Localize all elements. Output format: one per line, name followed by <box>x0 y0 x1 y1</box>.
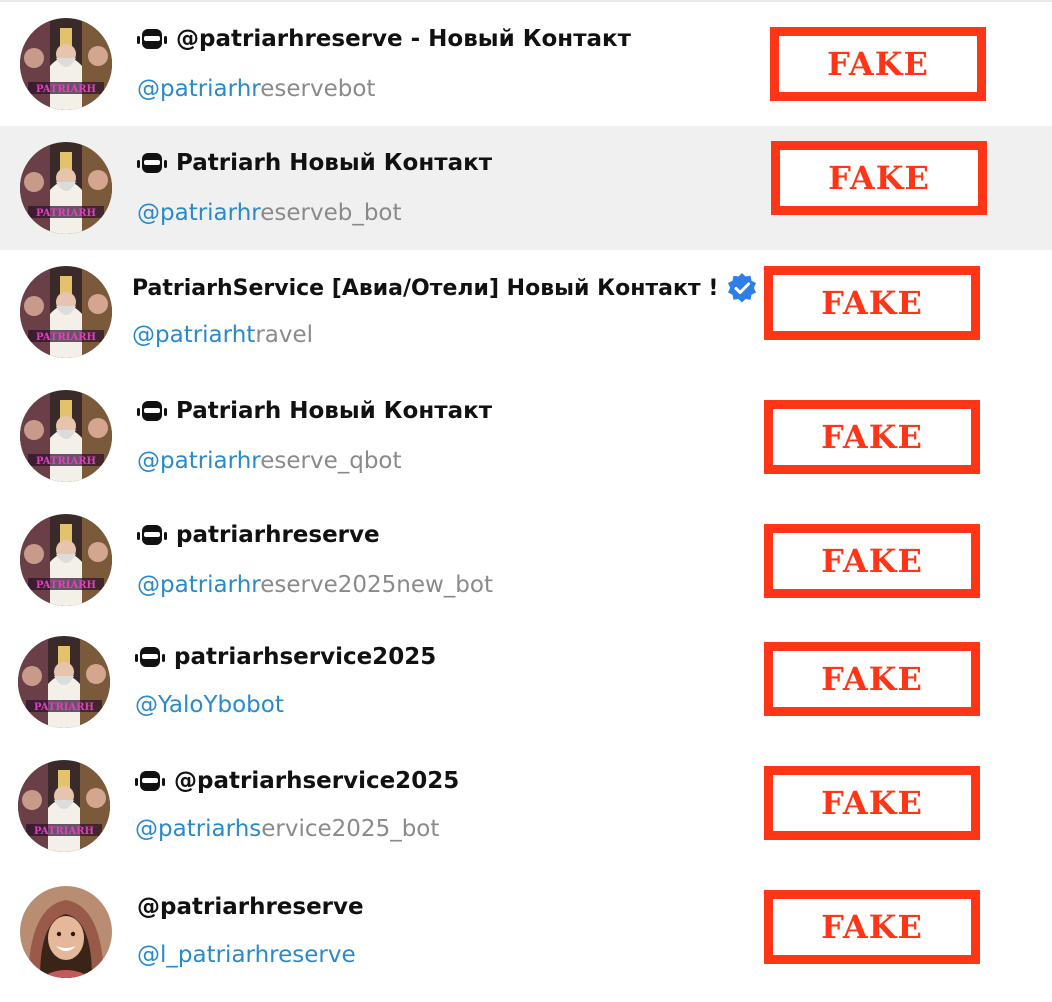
fake-stamp: FAKE <box>764 524 980 598</box>
fake-stamp: FAKE <box>764 766 980 840</box>
contact-name-text: Patriarh Новый Контакт <box>176 398 493 424</box>
contact-name: @patriarhreserve <box>137 894 364 920</box>
username-rest: eserve2025new_bot <box>260 572 493 598</box>
fake-stamp: FAKE <box>764 400 980 474</box>
patriarch-portrait-icon: PATRIARH <box>20 514 112 606</box>
search-result-row[interactable]: PATRIARH @patriarhservice2025 @patriarhs… <box>0 744 1052 868</box>
username-rest: eservebot <box>260 76 376 102</box>
contact-name: PatriarhService [Авиа/Отели] Новый Конта… <box>132 272 758 304</box>
svg-text:PATRIARH: PATRIARH <box>36 208 96 219</box>
bot-icon <box>135 771 165 791</box>
username[interactable]: @patriarhtravel <box>132 322 313 348</box>
woman-portrait-icon <box>20 886 112 978</box>
verified-badge-icon <box>728 273 757 303</box>
username-rest: eserve_qbot <box>260 448 402 474</box>
fake-stamp-label: FAKE <box>821 784 923 822</box>
search-result-row[interactable]: PATRIARH Patriarh Новый Контакт @patriar… <box>0 126 1052 250</box>
avatar: PATRIARH <box>20 142 112 234</box>
fake-stamp-label: FAKE <box>821 660 923 698</box>
fake-stamp: FAKE <box>770 27 986 101</box>
contact-name: patriarhreserve <box>137 522 380 548</box>
patriarch-portrait-icon: PATRIARH <box>20 142 112 234</box>
avatar: PATRIARH <box>20 390 112 482</box>
svg-text:PATRIARH: PATRIARH <box>36 456 96 467</box>
patriarch-portrait-icon: PATRIARH <box>18 636 110 728</box>
patriarch-portrait-icon: PATRIARH <box>20 390 112 482</box>
username[interactable]: @patriarhreservebot <box>137 76 375 102</box>
contact-name-text: patriarhreserve <box>176 522 380 548</box>
search-result-row[interactable]: PATRIARH patriarhreserve @patriarhreserv… <box>0 498 1052 622</box>
bot-icon <box>137 29 167 49</box>
contact-name-text: @patriarhreserve - Новый Контакт <box>176 26 631 52</box>
fake-stamp-label: FAKE <box>828 159 930 197</box>
fake-stamp-label: FAKE <box>821 908 923 946</box>
username[interactable]: @patriarhreserve2025new_bot <box>137 572 493 598</box>
username-match: @patriarhr <box>137 572 261 598</box>
svg-text:PATRIARH: PATRIARH <box>34 702 94 713</box>
contact-name: @patriarhservice2025 <box>135 768 459 794</box>
contact-name: patriarhservice2025 <box>135 644 436 670</box>
contact-name: Patriarh Новый Контакт <box>137 150 492 176</box>
fake-stamp: FAKE <box>764 890 980 964</box>
avatar: PATRIARH <box>20 18 112 110</box>
search-result-row[interactable]: PATRIARH PatriarhService [Авиа/Отели] Но… <box>0 250 1052 374</box>
username-match: @patriarhr <box>137 76 261 102</box>
search-result-row[interactable]: @patriarhreserve @l_patriarhreserve FAKE <box>0 868 1052 992</box>
fake-stamp-label: FAKE <box>821 418 923 456</box>
username-match: @patriarht <box>132 322 256 348</box>
bot-icon <box>137 153 167 173</box>
username[interactable]: @l_patriarhreserve <box>137 942 356 968</box>
fake-stamp: FAKE <box>771 141 987 215</box>
svg-text:PATRIARH: PATRIARH <box>36 84 96 95</box>
username-match: @l_patriarhreserve <box>137 942 356 968</box>
fake-stamp-label: FAKE <box>821 542 923 580</box>
username-match: @patriarhr <box>137 448 261 474</box>
search-result-row[interactable]: PATRIARH patriarhservice2025 @YaloYbobot… <box>0 620 1052 744</box>
username-rest: ravel <box>255 322 314 348</box>
patriarch-portrait-icon: PATRIARH <box>20 266 112 358</box>
fake-stamp: FAKE <box>764 642 980 716</box>
bot-icon <box>135 647 165 667</box>
svg-text:PATRIARH: PATRIARH <box>34 826 94 837</box>
contact-name: Patriarh Новый Контакт <box>137 398 492 424</box>
contact-name-text: @patriarhservice2025 <box>174 768 460 794</box>
username-rest: eserveb_bot <box>260 200 402 226</box>
contact-name-text: patriarhservice2025 <box>174 644 437 670</box>
bot-icon <box>137 525 167 545</box>
username-match: @patriarhr <box>137 200 261 226</box>
svg-text:PATRIARH: PATRIARH <box>36 332 96 343</box>
patriarch-portrait-icon: PATRIARH <box>18 760 110 852</box>
contact-name-text: @patriarhreserve <box>137 894 364 920</box>
search-result-row[interactable]: PATRIARH Patriarh Новый Контакт @patriar… <box>0 374 1052 498</box>
fake-stamp-label: FAKE <box>827 45 929 83</box>
fake-stamp: FAKE <box>764 266 980 340</box>
username[interactable]: @patriarhservice2025_bot <box>135 816 439 842</box>
avatar: PATRIARH <box>18 760 110 852</box>
username[interactable]: @patriarhreserveb_bot <box>137 200 402 226</box>
contact-name: @patriarhreserve - Новый Контакт <box>137 26 631 52</box>
username-rest: ervice2025_bot <box>261 816 440 842</box>
username-match: @patriarhs <box>135 816 262 842</box>
svg-text:PATRIARH: PATRIARH <box>36 580 96 591</box>
fake-stamp-label: FAKE <box>821 284 923 322</box>
bot-icon <box>137 401 167 421</box>
patriarch-portrait-icon: PATRIARH <box>20 18 112 110</box>
contact-name-text: Patriarh Новый Контакт <box>176 150 493 176</box>
avatar <box>20 886 112 978</box>
avatar: PATRIARH <box>18 636 110 728</box>
username-match: @YaloYbobot <box>135 692 284 718</box>
avatar: PATRIARH <box>20 266 112 358</box>
username[interactable]: @YaloYbobot <box>135 692 284 718</box>
search-result-row[interactable]: PATRIARH @patriarhreserve - Новый Контак… <box>0 2 1052 126</box>
contact-name-text: PatriarhService [Авиа/Отели] Новый Конта… <box>132 275 719 301</box>
avatar: PATRIARH <box>20 514 112 606</box>
username[interactable]: @patriarhreserve_qbot <box>137 448 402 474</box>
